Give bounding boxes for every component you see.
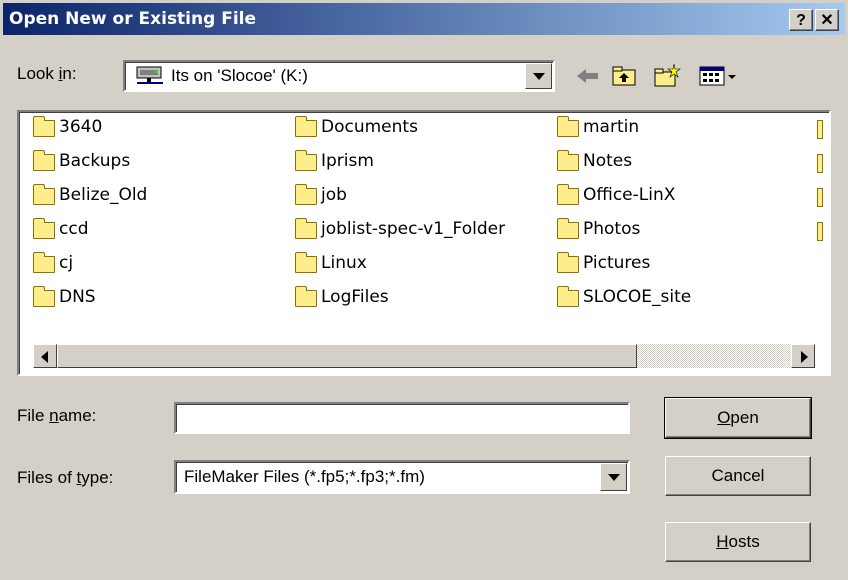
folder-icon [557, 252, 579, 273]
open-button-accel: O [717, 408, 731, 427]
folder-icon [557, 150, 579, 171]
folder-icon [33, 184, 55, 205]
list-item-label: Pictures [583, 253, 651, 273]
list-item-label: Notes [583, 151, 633, 171]
back-arrow-icon[interactable] [574, 62, 602, 90]
up-folder-icon[interactable] [610, 62, 638, 90]
file-name-input-bevel [176, 404, 628, 432]
folder-icon [295, 286, 317, 307]
partial-column-edges [817, 120, 823, 241]
list-item-label: Photos [583, 219, 641, 239]
folder-icon [33, 286, 55, 307]
list-item-label: joblist-spec-v1_Folder [321, 219, 506, 239]
list-item-label: cj [59, 253, 74, 273]
folder-icon [295, 150, 317, 171]
list-item-label: ccd [59, 219, 89, 239]
list-item-label: job [321, 185, 347, 205]
help-button[interactable]: ? [789, 9, 813, 31]
open-file-dialog: Open New or Existing File ? ✕ Look in: I… [0, 0, 848, 580]
folder-icon [33, 116, 55, 137]
file-name-label-prefix: File [17, 406, 50, 425]
network-drive-icon [136, 66, 163, 84]
file-list[interactable]: 3640 Backups Belize_Oldccd cj DNS Documents I… [16, 109, 832, 377]
hosts-button-accel: H [716, 532, 729, 551]
scroll-left-icon [41, 351, 48, 363]
file-type-label: Files of type: [17, 468, 113, 488]
folder-icon [557, 116, 579, 137]
list-item-label: Iprism [321, 151, 374, 171]
scroll-left-button[interactable] [33, 344, 57, 368]
look-in-label-prefix: Look [17, 64, 59, 83]
folder-icon [295, 184, 317, 205]
look-in-dropdown-button[interactable] [525, 63, 552, 89]
window-title: Open New or Existing File [9, 9, 256, 29]
list-item-label: SLOCOE_site [583, 287, 692, 307]
file-list-bevel [19, 112, 829, 374]
view-menu-icon[interactable] [698, 62, 740, 90]
look-in-value: Its on 'Slocoe' (K:) [171, 66, 308, 85]
horizontal-scrollbar[interactable] [33, 344, 815, 368]
look-in-label-suffix: n: [62, 64, 77, 83]
list-item-label: Backups [59, 151, 131, 171]
cancel-button[interactable]: Cancel [665, 456, 811, 496]
scroll-right-icon [801, 351, 808, 363]
folder-icon [33, 218, 55, 239]
hosts-button-label: osts [728, 532, 760, 551]
file-type-label-suffix: ype: [81, 468, 114, 487]
open-button[interactable]: Open [664, 397, 812, 439]
folder-icon [557, 218, 579, 239]
folder-icon [557, 184, 579, 205]
folder-icon [295, 218, 317, 239]
list-item-label: Belize_Old [59, 185, 148, 205]
file-type-dropdown-button[interactable] [600, 463, 627, 491]
look-in-combobox[interactable]: Its on 'Slocoe' (K:) [122, 59, 556, 93]
folder-icon [33, 150, 55, 171]
open-button-label: pen [730, 408, 759, 427]
list-item-label: 3640 [59, 117, 103, 137]
folder-icon [295, 116, 317, 137]
list-item-label: Documents [321, 117, 418, 137]
file-type-value: FileMaker Files (*.fp5;*.fp3;*.fm) [184, 467, 425, 486]
file-type-select[interactable]: FileMaker Files (*.fp5;*.fp3;*.fm) [173, 459, 631, 495]
file-name-input[interactable] [173, 401, 631, 435]
file-name-label-accel: n [49, 406, 59, 425]
list-item-label: DNS [59, 287, 96, 307]
chevron-down-icon [532, 73, 545, 80]
scroll-right-button[interactable] [791, 344, 815, 368]
folder-icon [33, 252, 55, 273]
list-item-label: LogFiles [321, 287, 389, 307]
title-bar[interactable]: Open New or Existing File ? ✕ [3, 3, 845, 35]
close-button[interactable]: ✕ [815, 9, 839, 31]
file-type-label-prefix: Files of [17, 468, 77, 487]
chevron-down-icon [607, 474, 620, 481]
hosts-button[interactable]: Hosts [665, 522, 811, 562]
list-item-label: Linux [321, 253, 367, 273]
scroll-thumb[interactable] [57, 344, 637, 368]
file-name-label-suffix: ame: [58, 406, 97, 425]
folder-icon [295, 252, 317, 273]
look-in-label: Look in: [17, 64, 77, 84]
folder-icon [557, 286, 579, 307]
new-folder-icon[interactable] [652, 62, 682, 90]
list-item-label: martin [583, 117, 640, 137]
list-item-label: Office-LinX [583, 185, 676, 205]
file-name-label: File name: [17, 406, 96, 426]
